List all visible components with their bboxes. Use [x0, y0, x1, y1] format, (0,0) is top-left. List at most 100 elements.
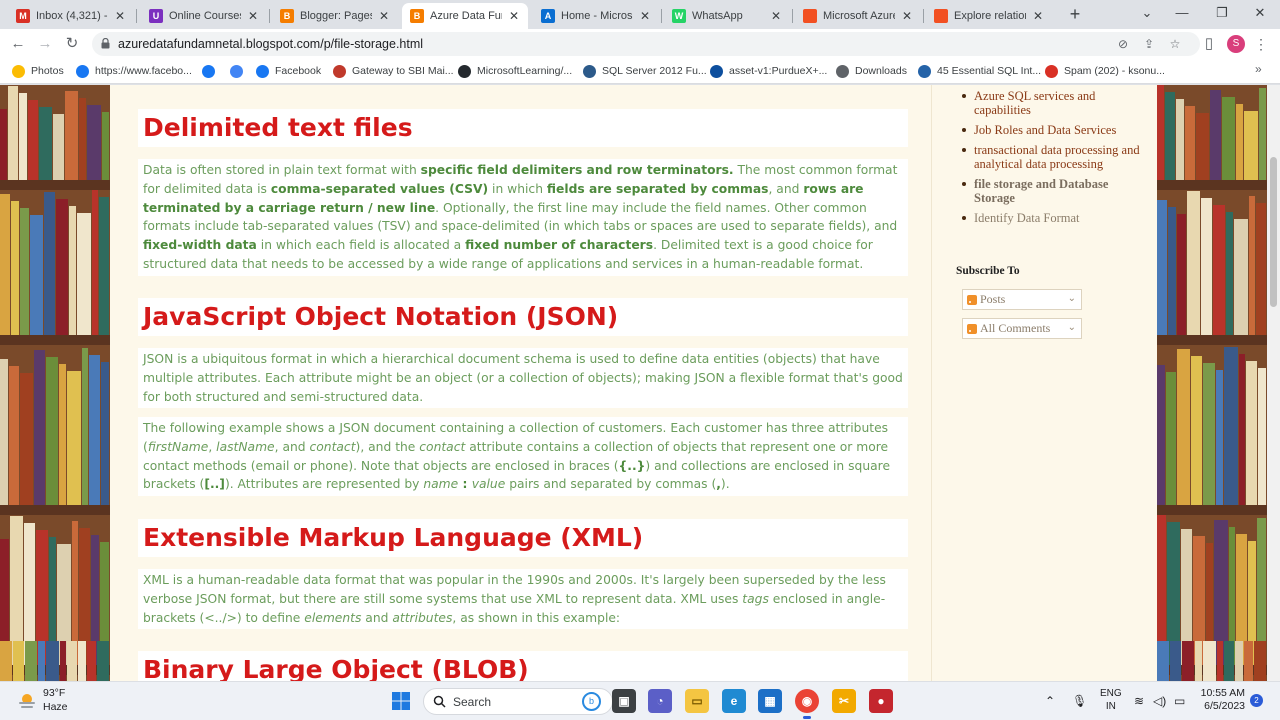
sidebar-page-link[interactable]: Job Roles and Data Services — [959, 123, 1149, 137]
file-explorer-icon[interactable]: ▭ — [685, 689, 709, 713]
sidebar-page-link[interactable]: file storage and Database Storage — [959, 177, 1149, 205]
profile-avatar[interactable]: S — [1227, 35, 1245, 53]
browser-tab[interactable]: A Home - Microsoft ✕ — [533, 3, 659, 29]
close-tab-icon[interactable]: ✕ — [114, 9, 126, 23]
tab-search-icon[interactable]: ⌄ — [1137, 4, 1157, 22]
notification-badge[interactable]: 2 — [1250, 694, 1263, 707]
bookmark-item[interactable]: MicrosoftLearning/... — [458, 63, 572, 79]
close-tab-icon[interactable]: ✕ — [378, 9, 390, 23]
taskbar-search[interactable]: Search b — [423, 688, 613, 715]
bing-icon[interactable]: b — [582, 692, 601, 711]
wifi-icon[interactable]: ≋ — [1134, 694, 1144, 708]
close-tab-icon[interactable]: ✕ — [508, 9, 520, 23]
chevron-down-icon: ⌄ — [1067, 293, 1076, 304]
chrome-icon[interactable]: ◉ — [795, 689, 819, 713]
new-tab-button[interactable]: + — [1066, 5, 1084, 23]
close-tab-icon[interactable]: ✕ — [901, 9, 913, 23]
bookmark-star-icon[interactable]: ☆ — [1168, 37, 1182, 51]
bookmark-item[interactable] — [230, 63, 249, 79]
bookmark-item[interactable] — [202, 63, 221, 79]
browser-tab[interactable]: U Online Courses - ✕ — [141, 3, 267, 29]
browser-tab[interactable]: B Azure Data Fund ✕ — [402, 3, 528, 29]
bold-text: {..} — [618, 458, 646, 473]
reload-button[interactable]: ↻ — [63, 35, 81, 53]
edge-icon[interactable]: e — [722, 689, 746, 713]
sidebar-page-link[interactable]: Azure SQL services and capabilities — [959, 89, 1149, 117]
shelf-board — [1157, 180, 1267, 190]
sbi-icon — [333, 64, 346, 78]
sidebar-page-link[interactable]: Identify Data Format — [959, 211, 1149, 225]
close-tab-icon[interactable]: ✕ — [770, 9, 782, 23]
tray-chevron-up-icon[interactable]: ⌃ — [1045, 694, 1055, 708]
store-icon[interactable]: ▦ — [758, 689, 782, 713]
teams-chat-icon[interactable]: ◔ — [648, 689, 672, 713]
book-spine — [1253, 641, 1266, 681]
microphone-icon[interactable]: 🎙 — [1072, 694, 1087, 708]
weather-condition[interactable]: Haze — [43, 701, 68, 713]
language-indicator[interactable]: ENG IN — [1100, 687, 1122, 713]
bookmark-item[interactable]: Downloads — [836, 63, 907, 79]
photos-icon — [12, 64, 25, 78]
url-text[interactable]: azuredatafundamnetal.blogspot.com/p/file… — [118, 37, 423, 51]
feed-comments-dropdown[interactable]: All Comments ⌄ — [962, 318, 1082, 339]
browser-tab[interactable]: M Inbox (4,321) - ks ✕ — [8, 3, 134, 29]
bookmark-item[interactable]: asset-v1:PurdueX+... — [710, 63, 827, 79]
tab-separator — [661, 9, 662, 23]
system-clock[interactable]: 10:55 AM 6/5/2023 — [1195, 687, 1245, 713]
forward-button[interactable]: → — [36, 35, 54, 53]
browser-tab[interactable]: Microsoft Azure I ✕ — [795, 3, 921, 29]
search-icon — [433, 695, 446, 708]
book-spine — [1235, 104, 1244, 180]
bookmark-item[interactable]: 45 Essential SQL Int... — [918, 63, 1041, 79]
browser-tab[interactable]: B Blogger: Pages ✕ — [272, 3, 398, 29]
minimize-button[interactable]: — — [1172, 4, 1192, 22]
recorder-icon[interactable]: ● — [869, 689, 893, 713]
windows-start-icon[interactable] — [389, 689, 413, 713]
text-run: ), and the — [355, 439, 420, 454]
haze-weather-icon[interactable] — [17, 691, 37, 711]
menu-icon[interactable]: ⋮ — [1254, 35, 1268, 53]
feed-posts-dropdown[interactable]: Posts ⌄ — [962, 289, 1082, 310]
close-tab-icon[interactable]: ✕ — [247, 9, 259, 23]
close-tab-icon[interactable]: ✕ — [639, 9, 651, 23]
book-spine — [1225, 212, 1233, 335]
book-spine — [102, 112, 110, 180]
snipping-tool-icon[interactable]: ✂ — [832, 689, 856, 713]
book-spine — [53, 114, 65, 180]
browser-tab[interactable]: W WhatsApp ✕ — [664, 3, 790, 29]
maximize-button[interactable]: ❐ — [1212, 4, 1232, 22]
book-spine — [1244, 111, 1259, 180]
bookmark-item[interactable]: SQL Server 2012 Fu... — [583, 63, 707, 79]
sidebar-panel-icon[interactable]: ▯ — [1200, 35, 1218, 53]
book-spine — [1248, 196, 1255, 335]
back-button[interactable]: ← — [9, 35, 27, 53]
close-window-button[interactable]: ✕ — [1250, 4, 1270, 22]
book-spine — [1187, 191, 1201, 335]
browser-tab[interactable]: Explore relational ✕ — [926, 3, 1052, 29]
task-view-icon[interactable]: ▣ — [612, 689, 636, 713]
shelf-board — [1157, 335, 1267, 345]
share-icon[interactable]: ⇪ — [1142, 37, 1156, 51]
bookmark-item[interactable]: Facebook — [256, 63, 321, 79]
battery-icon[interactable]: ▭ — [1174, 694, 1185, 708]
address-bar[interactable]: azuredatafundamnetal.blogspot.com/p/file… — [92, 32, 1200, 56]
more-bookmarks-icon[interactable]: » — [1255, 62, 1262, 76]
scrollbar-thumb[interactable] — [1270, 157, 1277, 307]
tab-title: Microsoft Azure I — [823, 10, 895, 22]
tab-strip: MInbox (4,321) - ks✕UOnline Courses - ✕B… — [0, 0, 1280, 29]
clock-time: 10:55 AM — [1200, 687, 1245, 699]
facebook-icon — [256, 64, 269, 78]
page-scrollbar[interactable] — [1267, 85, 1280, 681]
book-spine — [45, 641, 59, 681]
volume-icon[interactable]: ◁) — [1153, 694, 1166, 708]
bookmark-item[interactable]: Photos — [12, 63, 64, 79]
lock-icon[interactable] — [101, 38, 110, 49]
sidebar-page-link[interactable]: transactional data processing and analyt… — [959, 143, 1149, 171]
bookmark-item[interactable]: Gateway to SBI Mai... — [333, 63, 454, 79]
bookmark-item[interactable]: https://www.facebo... — [76, 63, 192, 79]
bookmark-item[interactable]: Spam (202) - ksonu... — [1045, 63, 1165, 79]
book-spine — [96, 641, 109, 681]
weather-temperature[interactable]: 93°F — [43, 687, 65, 699]
close-tab-icon[interactable]: ✕ — [1032, 9, 1044, 23]
eye-off-icon[interactable]: ⊘ — [1116, 37, 1130, 51]
